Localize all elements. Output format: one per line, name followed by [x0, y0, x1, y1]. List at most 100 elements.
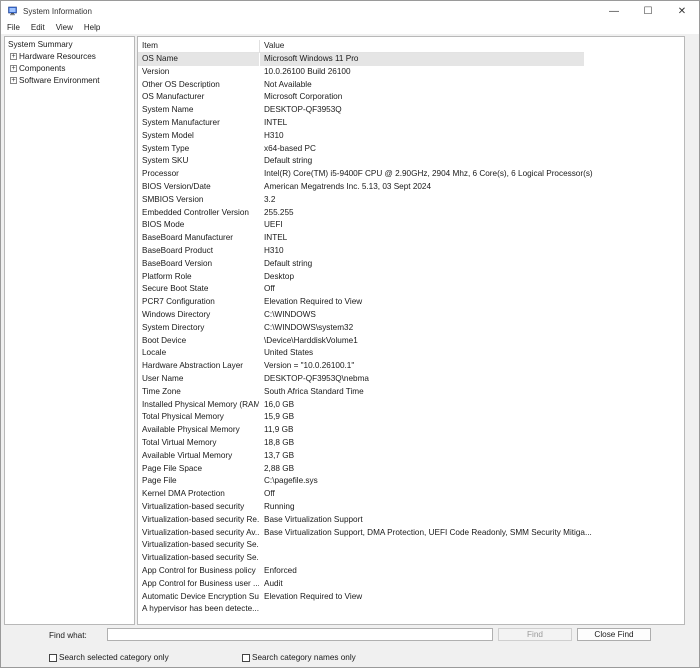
table-row[interactable]: PCR7 Configuration Elevation Required to … — [138, 296, 584, 309]
table-row[interactable]: OS Manufacturer Microsoft Corporation — [138, 91, 584, 104]
value-cell: H310 — [264, 130, 284, 140]
table-row[interactable]: Automatic Device Encryption Su... Elevati… — [138, 591, 584, 604]
table-row[interactable]: App Control for Business policy Enforced — [138, 565, 584, 578]
table-row[interactable]: Virtualization-based security Av... Base … — [138, 527, 592, 540]
column-header-value[interactable]: Value — [264, 39, 284, 52]
table-row[interactable]: Other OS Description Not Available — [138, 79, 584, 92]
value-cell: Audit — [264, 578, 283, 588]
find-what-input[interactable] — [107, 628, 493, 641]
search-category-names-checkbox[interactable]: Search category names only — [242, 653, 356, 662]
item-cell: BaseBoard Manufacturer — [142, 233, 234, 243]
table-row[interactable]: Virtualization-based security Running — [138, 501, 584, 514]
find-button[interactable]: Find — [498, 628, 572, 641]
item-cell: Embedded Controller Version — [142, 207, 249, 217]
system-information-window: System Information — ☐ ✕ File Edit View … — [0, 0, 700, 668]
table-row[interactable]: SMBIOS Version 3.2 — [138, 194, 584, 207]
table-row[interactable]: System Model H310 — [138, 130, 584, 143]
table-row[interactable]: Processor Intel(R) Core(TM) i5-9400F CPU … — [138, 168, 593, 181]
value-cell: Version = "10.0.26100.1" — [264, 361, 355, 371]
table-row[interactable]: BaseBoard Manufacturer INTEL — [138, 232, 584, 245]
tree-item-software-environment[interactable]: + Software Environment — [10, 75, 100, 86]
value-cell: 2,88 GB — [264, 463, 295, 473]
item-cell: SMBIOS Version — [142, 194, 204, 204]
expand-icon[interactable]: + — [10, 65, 17, 73]
menu-edit[interactable]: Edit — [25, 23, 50, 32]
item-cell: System Directory — [142, 322, 205, 332]
table-row[interactable]: OS Name Microsoft Windows 11 Pro — [138, 53, 584, 66]
close-find-button[interactable]: Close Find — [577, 628, 651, 641]
column-header-item[interactable]: Item — [142, 39, 158, 52]
table-row[interactable]: BIOS Mode UEFI — [138, 219, 584, 232]
table-row[interactable]: System Type x64-based PC — [138, 143, 584, 156]
value-cell: Elevation Required to View — [264, 297, 363, 307]
item-cell: Version — [142, 66, 170, 76]
table-row[interactable]: Virtualization-based security Re... Base … — [138, 514, 584, 527]
tree-item-label: System Summary — [8, 40, 73, 49]
table-row[interactable]: Time Zone South Africa Standard Time — [138, 386, 584, 399]
menu-view[interactable]: View — [50, 23, 78, 32]
checkbox-box[interactable] — [49, 653, 57, 662]
value-cell: Desktop — [264, 271, 295, 281]
item-cell: Virtualization-based security Av... — [142, 527, 259, 537]
expand-icon[interactable]: + — [10, 53, 17, 61]
search-selected-category-checkbox[interactable]: Search selected category only — [49, 653, 169, 662]
table-row[interactable]: Boot Device \Device\HarddiskVolume1 — [138, 335, 584, 348]
table-row[interactable]: BIOS Version/Date American Megatrends Inc… — [138, 181, 584, 194]
table-row[interactable]: Installed Physical Memory (RAM) 16,0 GB — [138, 399, 584, 412]
value-cell: INTEL — [264, 118, 288, 127]
close-window-button[interactable]: ✕ — [665, 1, 699, 21]
table-row[interactable]: Kernel DMA Protection Off — [138, 488, 584, 501]
menu-file[interactable]: File — [1, 23, 25, 32]
item-cell: Available Virtual Memory — [142, 450, 233, 460]
tree-item-label: Components — [19, 64, 66, 73]
minimize-button[interactable]: — — [597, 1, 631, 21]
table-row[interactable]: A hypervisor has been detecte... — [138, 603, 584, 616]
table-row[interactable]: App Control for Business user ... Audit — [138, 578, 584, 591]
table-row[interactable]: Platform Role Desktop — [138, 271, 584, 284]
table-row[interactable]: Locale United States — [138, 347, 584, 360]
table-row[interactable]: System SKU Default string — [138, 155, 584, 168]
table-row[interactable]: User Name DESKTOP-QF3953Q\nebma — [138, 373, 584, 386]
value-cell: 255.255 — [264, 207, 294, 217]
value-cell: \Device\HarddiskVolume1 — [264, 335, 358, 345]
tree-item-components[interactable]: + Components — [10, 63, 65, 74]
table-row[interactable]: Secure Boot State Off — [138, 283, 584, 296]
expand-icon[interactable]: + — [10, 77, 17, 85]
tree-item-hardware-resources[interactable]: + Hardware Resources — [10, 51, 96, 62]
category-tree[interactable]: System Summary + Hardware Resources + Comp… — [4, 36, 135, 625]
table-row[interactable]: Page File Space 2,88 GB — [138, 463, 584, 476]
value-cell: Default string — [264, 156, 313, 166]
table-row[interactable]: Windows Directory C:\WINDOWS — [138, 309, 584, 322]
table-row[interactable]: BaseBoard Product H310 — [138, 245, 584, 258]
window-controls: — ☐ ✕ — [597, 1, 699, 21]
value-cell: Microsoft Windows 11 Pro — [260, 53, 584, 66]
table-row[interactable]: Total Physical Memory 15,9 GB — [138, 411, 584, 424]
item-cell: Windows Directory — [142, 310, 211, 319]
details-list[interactable]: Item Value OS Name Microsoft Windows 11 P… — [137, 36, 685, 625]
table-row[interactable]: Embedded Controller Version 255.255 — [138, 207, 584, 220]
value-cell: H310 — [264, 246, 284, 255]
table-row[interactable]: Total Virtual Memory 18,8 GB — [138, 437, 584, 450]
tree-item-system-summary[interactable]: System Summary — [8, 39, 73, 50]
table-row[interactable]: Virtualization-based security Se... — [138, 552, 584, 565]
table-row[interactable]: System Manufacturer INTEL — [138, 117, 584, 130]
table-row[interactable]: Version 10.0.26100 Build 26100 — [138, 66, 584, 79]
column-divider[interactable] — [259, 40, 260, 52]
item-cell: Secure Boot State — [142, 284, 209, 294]
table-row[interactable]: System Name DESKTOP-QF3953Q — [138, 104, 584, 117]
menu-help[interactable]: Help — [78, 23, 105, 32]
table-row[interactable]: Available Physical Memory 11,9 GB — [138, 424, 584, 437]
maximize-button[interactable]: ☐ — [631, 1, 665, 21]
item-cell: Page File — [142, 476, 177, 486]
value-cell: C:\WINDOWS — [264, 310, 316, 319]
item-cell: User Name — [142, 374, 184, 383]
table-row[interactable]: System Directory C:\WINDOWS\system32 — [138, 322, 584, 335]
table-row[interactable]: Page File C:\pagefile.sys — [138, 475, 584, 488]
table-row[interactable]: Virtualization-based security Se... — [138, 539, 584, 552]
value-cell: INTEL — [264, 233, 288, 243]
checkbox-box[interactable] — [242, 653, 250, 662]
table-row[interactable]: BaseBoard Version Default string — [138, 258, 584, 271]
table-row[interactable]: Available Virtual Memory 13,7 GB — [138, 450, 584, 463]
item-cell: BaseBoard Product — [142, 246, 214, 255]
table-row[interactable]: Hardware Abstraction Layer Version = "10.… — [138, 360, 584, 373]
